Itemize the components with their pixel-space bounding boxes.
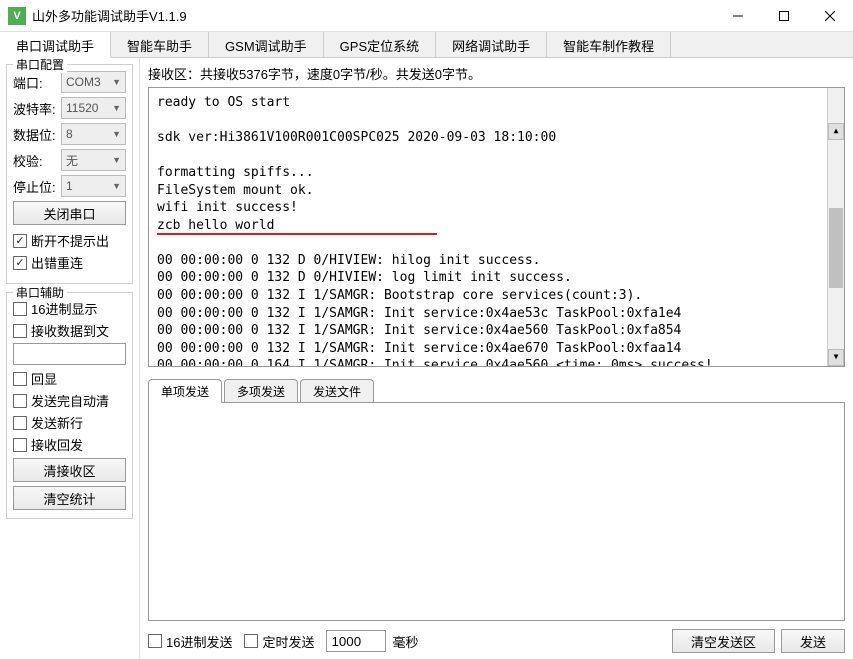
timed-send-label: 定时发送 (262, 632, 314, 651)
send-button[interactable]: 发送 (781, 629, 845, 653)
close-button[interactable] (807, 0, 853, 32)
sidebar: 串口配置 端口: COM3▼ 波特率: 11520▼ 数据位: 8▼ 校验: 无… (0, 58, 140, 659)
minimize-button[interactable] (715, 0, 761, 32)
hex-send-label: 16进制发送 (166, 632, 232, 651)
recv-echo-checkbox[interactable] (13, 438, 27, 452)
tab-network[interactable]: 网络调试助手 (436, 32, 547, 57)
content-area: 接收区：共接收5376字节，速度0字节/秒。共发送0字节。 ready to O… (140, 58, 853, 659)
auto-clear-label: 发送完自动清 (31, 391, 109, 410)
annotation-underline (157, 233, 437, 235)
send-tab-single[interactable]: 单项发送 (148, 379, 222, 403)
bottom-controls: 16进制发送 定时发送 毫秒 清空发送区 发送 (148, 629, 845, 653)
clear-send-button[interactable]: 清空发送区 (672, 629, 775, 653)
chevron-down-icon: ▼ (112, 155, 121, 165)
scroll-down-icon[interactable]: ▼ (828, 349, 844, 366)
main-tabs: 串口调试助手 智能车助手 GSM调试助手 GPS定位系统 网络调试助手 智能车制… (0, 32, 853, 58)
auto-clear-checkbox[interactable] (13, 394, 27, 408)
serial-assist-group: 串口辅助 16进制显示 接收数据到文 回显 发送完自动清 发送新行 接收回发 清… (6, 292, 133, 519)
no-prompt-checkbox[interactable] (13, 234, 27, 248)
scroll-thumb[interactable] (829, 208, 843, 288)
err-reconnect-checkbox[interactable] (13, 256, 27, 270)
recv-to-file-checkbox[interactable] (13, 324, 27, 338)
clear-rx-button[interactable]: 清接收区 (13, 458, 126, 482)
rx-textarea[interactable]: ready to OS start sdk ver:Hi3861V100R001… (148, 87, 845, 367)
hex-display-label: 16进制显示 (31, 299, 97, 318)
chevron-down-icon: ▼ (112, 77, 121, 87)
rx-info-label: 接收区：共接收5376字节，速度0字节/秒。共发送0字节。 (148, 64, 845, 83)
tab-smartcar[interactable]: 智能车助手 (111, 32, 209, 57)
chevron-down-icon: ▼ (112, 129, 121, 139)
hex-display-checkbox[interactable] (13, 302, 27, 316)
baud-label: 波特率: (13, 99, 61, 118)
scroll-up-icon[interactable]: ▲ (828, 123, 844, 140)
close-port-button[interactable]: 关闭串口 (13, 201, 126, 225)
serial-config-group: 串口配置 端口: COM3▼ 波特率: 11520▼ 数据位: 8▼ 校验: 无… (6, 64, 133, 284)
echo-checkbox[interactable] (13, 372, 27, 386)
clear-stats-button[interactable]: 清空统计 (13, 486, 126, 510)
recv-to-file-label: 接收数据到文 (31, 321, 109, 340)
tab-gsm[interactable]: GSM调试助手 (209, 32, 324, 57)
window-title: 山外多功能调试助手V1.1.9 (32, 6, 715, 25)
send-newline-checkbox[interactable] (13, 416, 27, 430)
send-newline-label: 发送新行 (31, 413, 83, 432)
port-label: 端口: (13, 73, 61, 92)
timed-send-checkbox[interactable] (244, 634, 258, 648)
err-reconnect-label: 出错重连 (31, 253, 83, 272)
recv-echo-label: 接收回发 (31, 435, 83, 454)
stopbits-label: 停止位: (13, 177, 61, 196)
no-prompt-label: 断开不提示出 (31, 231, 109, 250)
main-area: 串口配置 端口: COM3▼ 波特率: 11520▼ 数据位: 8▼ 校验: 无… (0, 58, 853, 659)
send-tab-multi[interactable]: 多项发送 (224, 379, 298, 403)
port-select[interactable]: COM3▼ (61, 71, 126, 93)
serial-config-title: 串口配置 (13, 56, 67, 73)
stopbits-select[interactable]: 1▼ (61, 175, 126, 197)
databits-label: 数据位: (13, 125, 61, 144)
rx-scrollbar[interactable]: ▲ ▼ (827, 88, 844, 366)
assist-text-input[interactable] (13, 343, 126, 365)
hex-send-checkbox[interactable] (148, 634, 162, 648)
databits-select[interactable]: 8▼ (61, 123, 126, 145)
baud-select[interactable]: 11520▼ (61, 97, 126, 119)
interval-input[interactable] (326, 630, 386, 652)
send-tabs: 单项发送 多项发送 发送文件 (148, 379, 845, 403)
tab-tutorial[interactable]: 智能车制作教程 (547, 32, 671, 57)
parity-select[interactable]: 无▼ (61, 149, 126, 171)
send-tab-file[interactable]: 发送文件 (300, 379, 374, 403)
titlebar: V 山外多功能调试助手V1.1.9 (0, 0, 853, 32)
serial-assist-title: 串口辅助 (13, 284, 67, 301)
tx-textarea[interactable] (148, 402, 845, 621)
chevron-down-icon: ▼ (112, 103, 121, 113)
parity-label: 校验: (13, 151, 61, 170)
maximize-button[interactable] (761, 0, 807, 32)
tab-gps[interactable]: GPS定位系统 (324, 32, 436, 57)
chevron-down-icon: ▼ (112, 181, 121, 191)
echo-label: 回显 (31, 369, 57, 388)
app-icon: V (8, 7, 26, 25)
tab-serial[interactable]: 串口调试助手 (0, 32, 111, 58)
ms-label: 毫秒 (392, 632, 418, 651)
